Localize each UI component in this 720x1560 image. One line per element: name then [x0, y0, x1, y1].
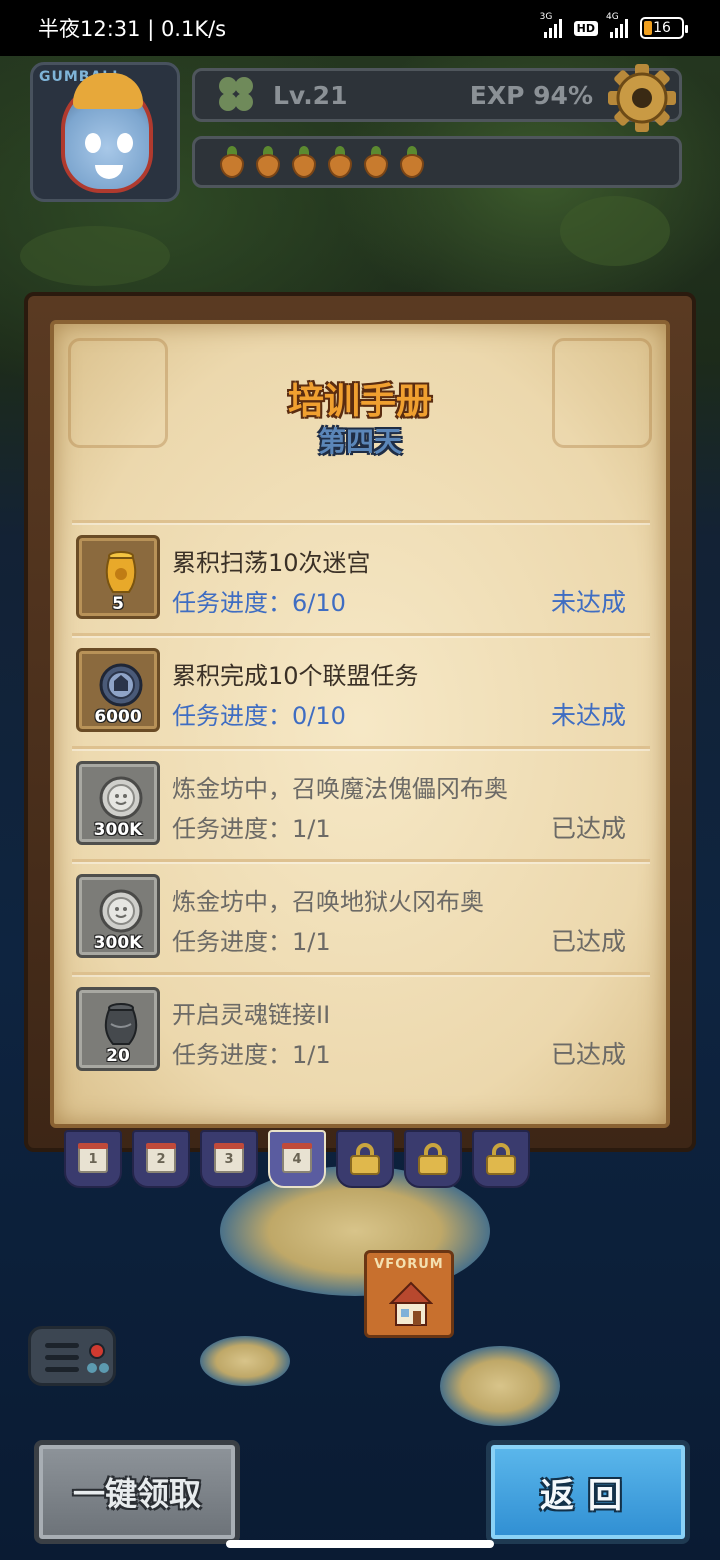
task-name: 开启灵魂链接II: [172, 1001, 331, 1029]
carrot-icon: [397, 146, 427, 178]
lock-icon: [350, 1143, 380, 1175]
carrot-icon: [361, 146, 391, 178]
reward-item[interactable]: 300K: [76, 874, 160, 958]
task-progress: 任务进度：6/10: [172, 589, 346, 617]
day-tab-4[interactable]: 4: [268, 1130, 326, 1188]
day-tab-locked[interactable]: [404, 1130, 462, 1188]
task-status: 已达成: [550, 1040, 626, 1069]
task-list: 5 累积扫荡10次迷宫 任务进度：6/10 未达成 6000 累积完成10个联盟任务 任务进…: [72, 520, 650, 1085]
notification-dot-icon: [89, 1343, 105, 1359]
status-time: 半夜12:31 | 0.1K/s: [38, 17, 227, 41]
task-name: 炼金坊中，召唤魔法傀儡冈布奥: [172, 775, 508, 803]
reward-quantity: 20: [106, 1046, 130, 1066]
lock-icon: [486, 1143, 516, 1175]
back-button[interactable]: 返回: [486, 1440, 690, 1544]
task-name: 累积完成10个联盟任务: [172, 662, 419, 690]
calendar-icon: 3: [214, 1143, 244, 1173]
carrot-icon: [253, 146, 283, 178]
task-row: 300K 炼金坊中，召唤地狱火冈布奥 任务进度：1/1 已达成: [72, 859, 650, 972]
claim-all-button[interactable]: 一键领取: [34, 1440, 240, 1544]
day-tab-3[interactable]: 3: [200, 1130, 258, 1188]
task-status: 未达成: [550, 588, 626, 617]
task-row: 20 开启灵魂链接II 任务进度：1/1 已达成: [72, 972, 650, 1085]
signal-4g-icon: 4G: [606, 12, 628, 38]
reward-item[interactable]: 5: [76, 535, 160, 619]
player-level: Lv.21: [273, 80, 348, 110]
level-exp-bar: Lv.21 EXP 94%: [192, 64, 682, 132]
task-name: 累积扫荡10次迷宫: [172, 549, 371, 577]
task-status: 已达成: [550, 814, 626, 843]
status-icons: 3G HD 4G 16: [540, 12, 688, 39]
calendar-icon: 1: [78, 1143, 108, 1173]
reward-quantity: 300K: [93, 933, 143, 953]
house-icon: [389, 1281, 433, 1326]
calendar-icon: 2: [146, 1143, 176, 1173]
task-row: 5 累积扫荡10次迷宫 任务进度：6/10 未达成: [72, 520, 650, 633]
forum-label: VFORUM: [374, 1257, 444, 1272]
task-progress: 任务进度：0/10: [172, 702, 346, 730]
settings-gear-icon[interactable]: [605, 61, 679, 135]
menu-button[interactable]: [28, 1326, 116, 1386]
task-row: 300K 炼金坊中，召唤魔法傀儡冈布奥 任务进度：1/1 已达成: [72, 746, 650, 859]
status-bar: 半夜12:31 | 0.1K/s 3G HD 4G 16: [0, 0, 720, 56]
forum-button[interactable]: VFORUM: [364, 1250, 454, 1338]
calendar-icon: 4: [282, 1143, 312, 1173]
reward-item[interactable]: 6000: [76, 648, 160, 732]
day-tab-1[interactable]: 1: [64, 1130, 122, 1188]
panel-title: 培训手册: [287, 381, 432, 422]
reward-item[interactable]: 300K: [76, 761, 160, 845]
clover-icon: [219, 77, 255, 113]
panel-subtitle: 第四天: [317, 425, 402, 458]
carrot-icon: [217, 146, 247, 178]
task-progress: 任务进度：1/1: [172, 815, 331, 843]
signal-3g-icon: 3G: [540, 12, 562, 38]
stamina-carrot-bar: [192, 136, 682, 188]
task-status: 已达成: [550, 927, 626, 956]
task-progress: 任务进度：1/1: [172, 928, 331, 956]
reward-item[interactable]: 20: [76, 987, 160, 1071]
day-tab-locked[interactable]: [336, 1130, 394, 1188]
reward-quantity: 5: [112, 594, 124, 614]
hd-icon: HD: [573, 20, 598, 36]
island: [440, 1346, 560, 1426]
player-avatar[interactable]: GUMBALL: [30, 62, 180, 202]
task-status: 未达成: [550, 701, 626, 730]
day-tab-2[interactable]: 2: [132, 1130, 190, 1188]
reward-quantity: 300K: [93, 820, 143, 840]
day-tabs: 1 2 3 4: [64, 1130, 530, 1188]
day-tab-locked[interactable]: [472, 1130, 530, 1188]
island: [200, 1336, 290, 1386]
battery-icon: 16: [640, 17, 688, 39]
home-indicator[interactable]: [226, 1540, 494, 1548]
task-row: 6000 累积完成10个联盟任务 任务进度：0/10 未达成: [72, 633, 650, 746]
battery-level: 16: [653, 20, 671, 36]
carrot-icon: [289, 146, 319, 178]
carrot-icon: [325, 146, 355, 178]
task-name: 炼金坊中，召唤地狱火冈布奥: [172, 888, 484, 916]
task-progress: 任务进度：1/1: [172, 1041, 331, 1069]
reward-quantity: 6000: [94, 707, 142, 727]
lock-icon: [418, 1143, 448, 1175]
exp-percent: EXP 94%: [469, 80, 593, 110]
